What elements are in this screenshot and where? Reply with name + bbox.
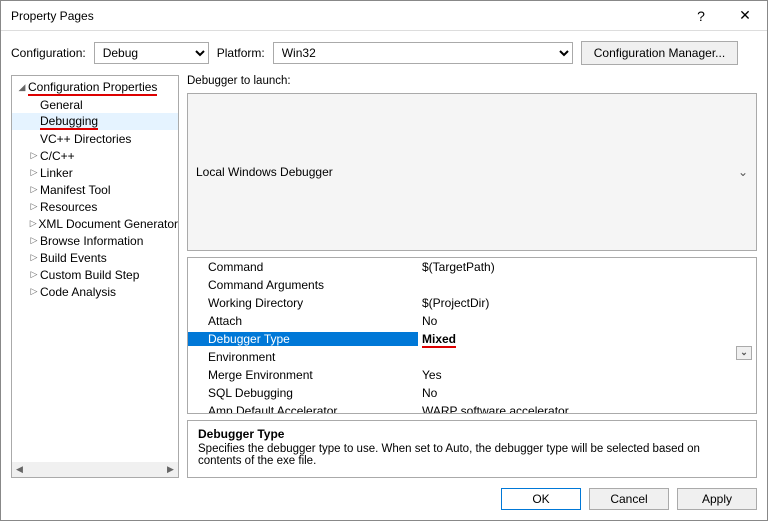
tree-item-label: XML Document Generator <box>38 217 178 231</box>
tree-item-label: Debugging <box>40 114 98 130</box>
property-value[interactable]: No <box>418 386 756 400</box>
property-name: Environment <box>188 350 418 364</box>
help-icon[interactable]: ? <box>679 1 723 31</box>
property-value[interactable]: $(ProjectDir) <box>418 296 756 310</box>
grid-row-command-arguments[interactable]: Command Arguments <box>188 276 756 294</box>
help-panel: Debugger Type Specifies the debugger typ… <box>187 420 757 478</box>
tree-item-label: C/C++ <box>40 149 75 163</box>
debugger-launch-select[interactable]: Local Windows Debugger <box>187 93 757 251</box>
property-tree[interactable]: ◢Configuration Properties General Debuggin… <box>11 75 179 478</box>
property-value[interactable]: Mixed⌄ <box>418 332 756 346</box>
configuration-label: Configuration: <box>11 46 86 60</box>
property-name: Debugger Type <box>188 332 418 346</box>
property-value-text: No <box>422 386 437 400</box>
expand-icon[interactable]: ▷ <box>28 269 40 280</box>
property-value-text: $(TargetPath) <box>422 260 495 274</box>
property-value[interactable]: $(TargetPath) <box>418 260 756 274</box>
tree-item-vc-directories[interactable]: VC++ Directories <box>12 130 178 147</box>
debugger-launch-value: Local Windows Debugger <box>196 165 333 179</box>
tree-item-label: Configuration Properties <box>28 80 157 96</box>
property-value-text: WARP software accelerator <box>422 404 569 415</box>
tree-item-label: Custom Build Step <box>40 268 139 282</box>
grid-row-working-directory[interactable]: Working Directory $(ProjectDir) <box>188 294 756 312</box>
help-text: Specifies the debugger type to use. When… <box>198 443 746 467</box>
tree-item-label: Linker <box>40 166 73 180</box>
expand-icon[interactable]: ▷ <box>28 167 40 178</box>
property-value[interactable]: No <box>418 314 756 328</box>
tree-item-xml-document-generator[interactable]: ▷XML Document Generator <box>12 215 178 232</box>
expand-icon[interactable]: ▷ <box>28 286 40 297</box>
property-name: SQL Debugging <box>188 386 418 400</box>
property-name: Amp Default Accelerator <box>188 404 418 415</box>
property-value-text: $(ProjectDir) <box>422 296 489 310</box>
configuration-manager-button[interactable]: Configuration Manager... <box>581 41 738 65</box>
grid-row-merge-environment[interactable]: Merge Environment Yes <box>188 366 756 384</box>
tree-item-general[interactable]: General <box>12 96 178 113</box>
configuration-select[interactable]: Debug <box>94 42 209 64</box>
tree-item-debugging[interactable]: Debugging <box>12 113 178 130</box>
tree-item-label: Browse Information <box>40 234 143 248</box>
grid-row-command[interactable]: Command $(TargetPath) <box>188 258 756 276</box>
dialog-buttons: OK Cancel Apply <box>1 478 767 520</box>
expand-icon[interactable]: ▷ <box>28 218 38 229</box>
tree-item-linker[interactable]: ▷Linker <box>12 164 178 181</box>
apply-button[interactable]: Apply <box>677 488 757 510</box>
grid-row-debugger-type[interactable]: Debugger TypeMixed⌄ <box>188 330 756 348</box>
tree-item-manifest-tool[interactable]: ▷Manifest Tool <box>12 181 178 198</box>
ok-button[interactable]: OK <box>501 488 581 510</box>
tree-item-label: Code Analysis <box>40 285 116 299</box>
property-value-text: No <box>422 314 437 328</box>
grid-row-sql-debugging[interactable]: SQL Debugging No <box>188 384 756 402</box>
property-value-text: Yes <box>422 368 442 382</box>
expand-icon[interactable]: ▷ <box>28 201 40 212</box>
expand-icon[interactable]: ▷ <box>28 252 40 263</box>
scroll-left-icon[interactable]: ◀ <box>12 462 27 477</box>
configuration-row: Configuration: Debug Platform: Win32 Con… <box>1 31 767 75</box>
expand-icon[interactable]: ▷ <box>28 184 40 195</box>
collapse-icon[interactable]: ◢ <box>16 82 28 93</box>
scroll-right-icon[interactable]: ▶ <box>163 462 178 477</box>
property-name: Command Arguments <box>188 278 418 292</box>
property-value-text: Mixed <box>422 332 456 348</box>
expand-icon[interactable]: ▷ <box>28 235 40 246</box>
tree-item-label: Manifest Tool <box>40 183 110 197</box>
window-title: Property Pages <box>11 9 679 23</box>
tree-item-custom-build-step[interactable]: ▷Custom Build Step <box>12 266 178 283</box>
chevron-down-icon[interactable]: ⌄ <box>736 346 752 360</box>
grid-row-attach[interactable]: Attach No <box>188 312 756 330</box>
tree-item-browse-information[interactable]: ▷Browse Information <box>12 232 178 249</box>
property-name: Attach <box>188 314 418 328</box>
tree-item-build-events[interactable]: ▷Build Events <box>12 249 178 266</box>
tree-item-c-c-[interactable]: ▷C/C++ <box>12 147 178 164</box>
property-name: Command <box>188 260 418 274</box>
debugger-launch-label: Debugger to launch: <box>187 75 291 87</box>
property-value[interactable]: WARP software accelerator <box>418 404 756 415</box>
tree-item-configuration-properties[interactable]: ◢Configuration Properties <box>12 79 178 96</box>
help-title: Debugger Type <box>198 427 746 441</box>
expand-icon[interactable]: ▷ <box>28 150 40 161</box>
tree-item-code-analysis[interactable]: ▷Code Analysis <box>12 283 178 300</box>
property-name: Working Directory <box>188 296 418 310</box>
titlebar: Property Pages ? ✕ <box>1 1 767 31</box>
tree-item-label: Resources <box>40 200 97 214</box>
property-grid[interactable]: Command $(TargetPath) Command Arguments Wor… <box>187 257 757 415</box>
grid-row-environment[interactable]: Environment <box>188 348 756 366</box>
platform-select[interactable]: Win32 <box>273 42 573 64</box>
tree-item-resources[interactable]: ▷Resources <box>12 198 178 215</box>
platform-label: Platform: <box>217 46 265 60</box>
tree-item-label: VC++ Directories <box>40 132 131 146</box>
property-name: Merge Environment <box>188 368 418 382</box>
cancel-button[interactable]: Cancel <box>589 488 669 510</box>
tree-item-label: General <box>40 98 83 112</box>
tree-item-label: Build Events <box>40 251 107 265</box>
close-icon[interactable]: ✕ <box>723 1 767 31</box>
grid-row-amp-default-accelerator[interactable]: Amp Default Accelerator WARP software acc… <box>188 402 756 415</box>
horizontal-scrollbar[interactable]: ◀ ▶ <box>12 462 178 477</box>
property-value[interactable]: Yes <box>418 368 756 382</box>
